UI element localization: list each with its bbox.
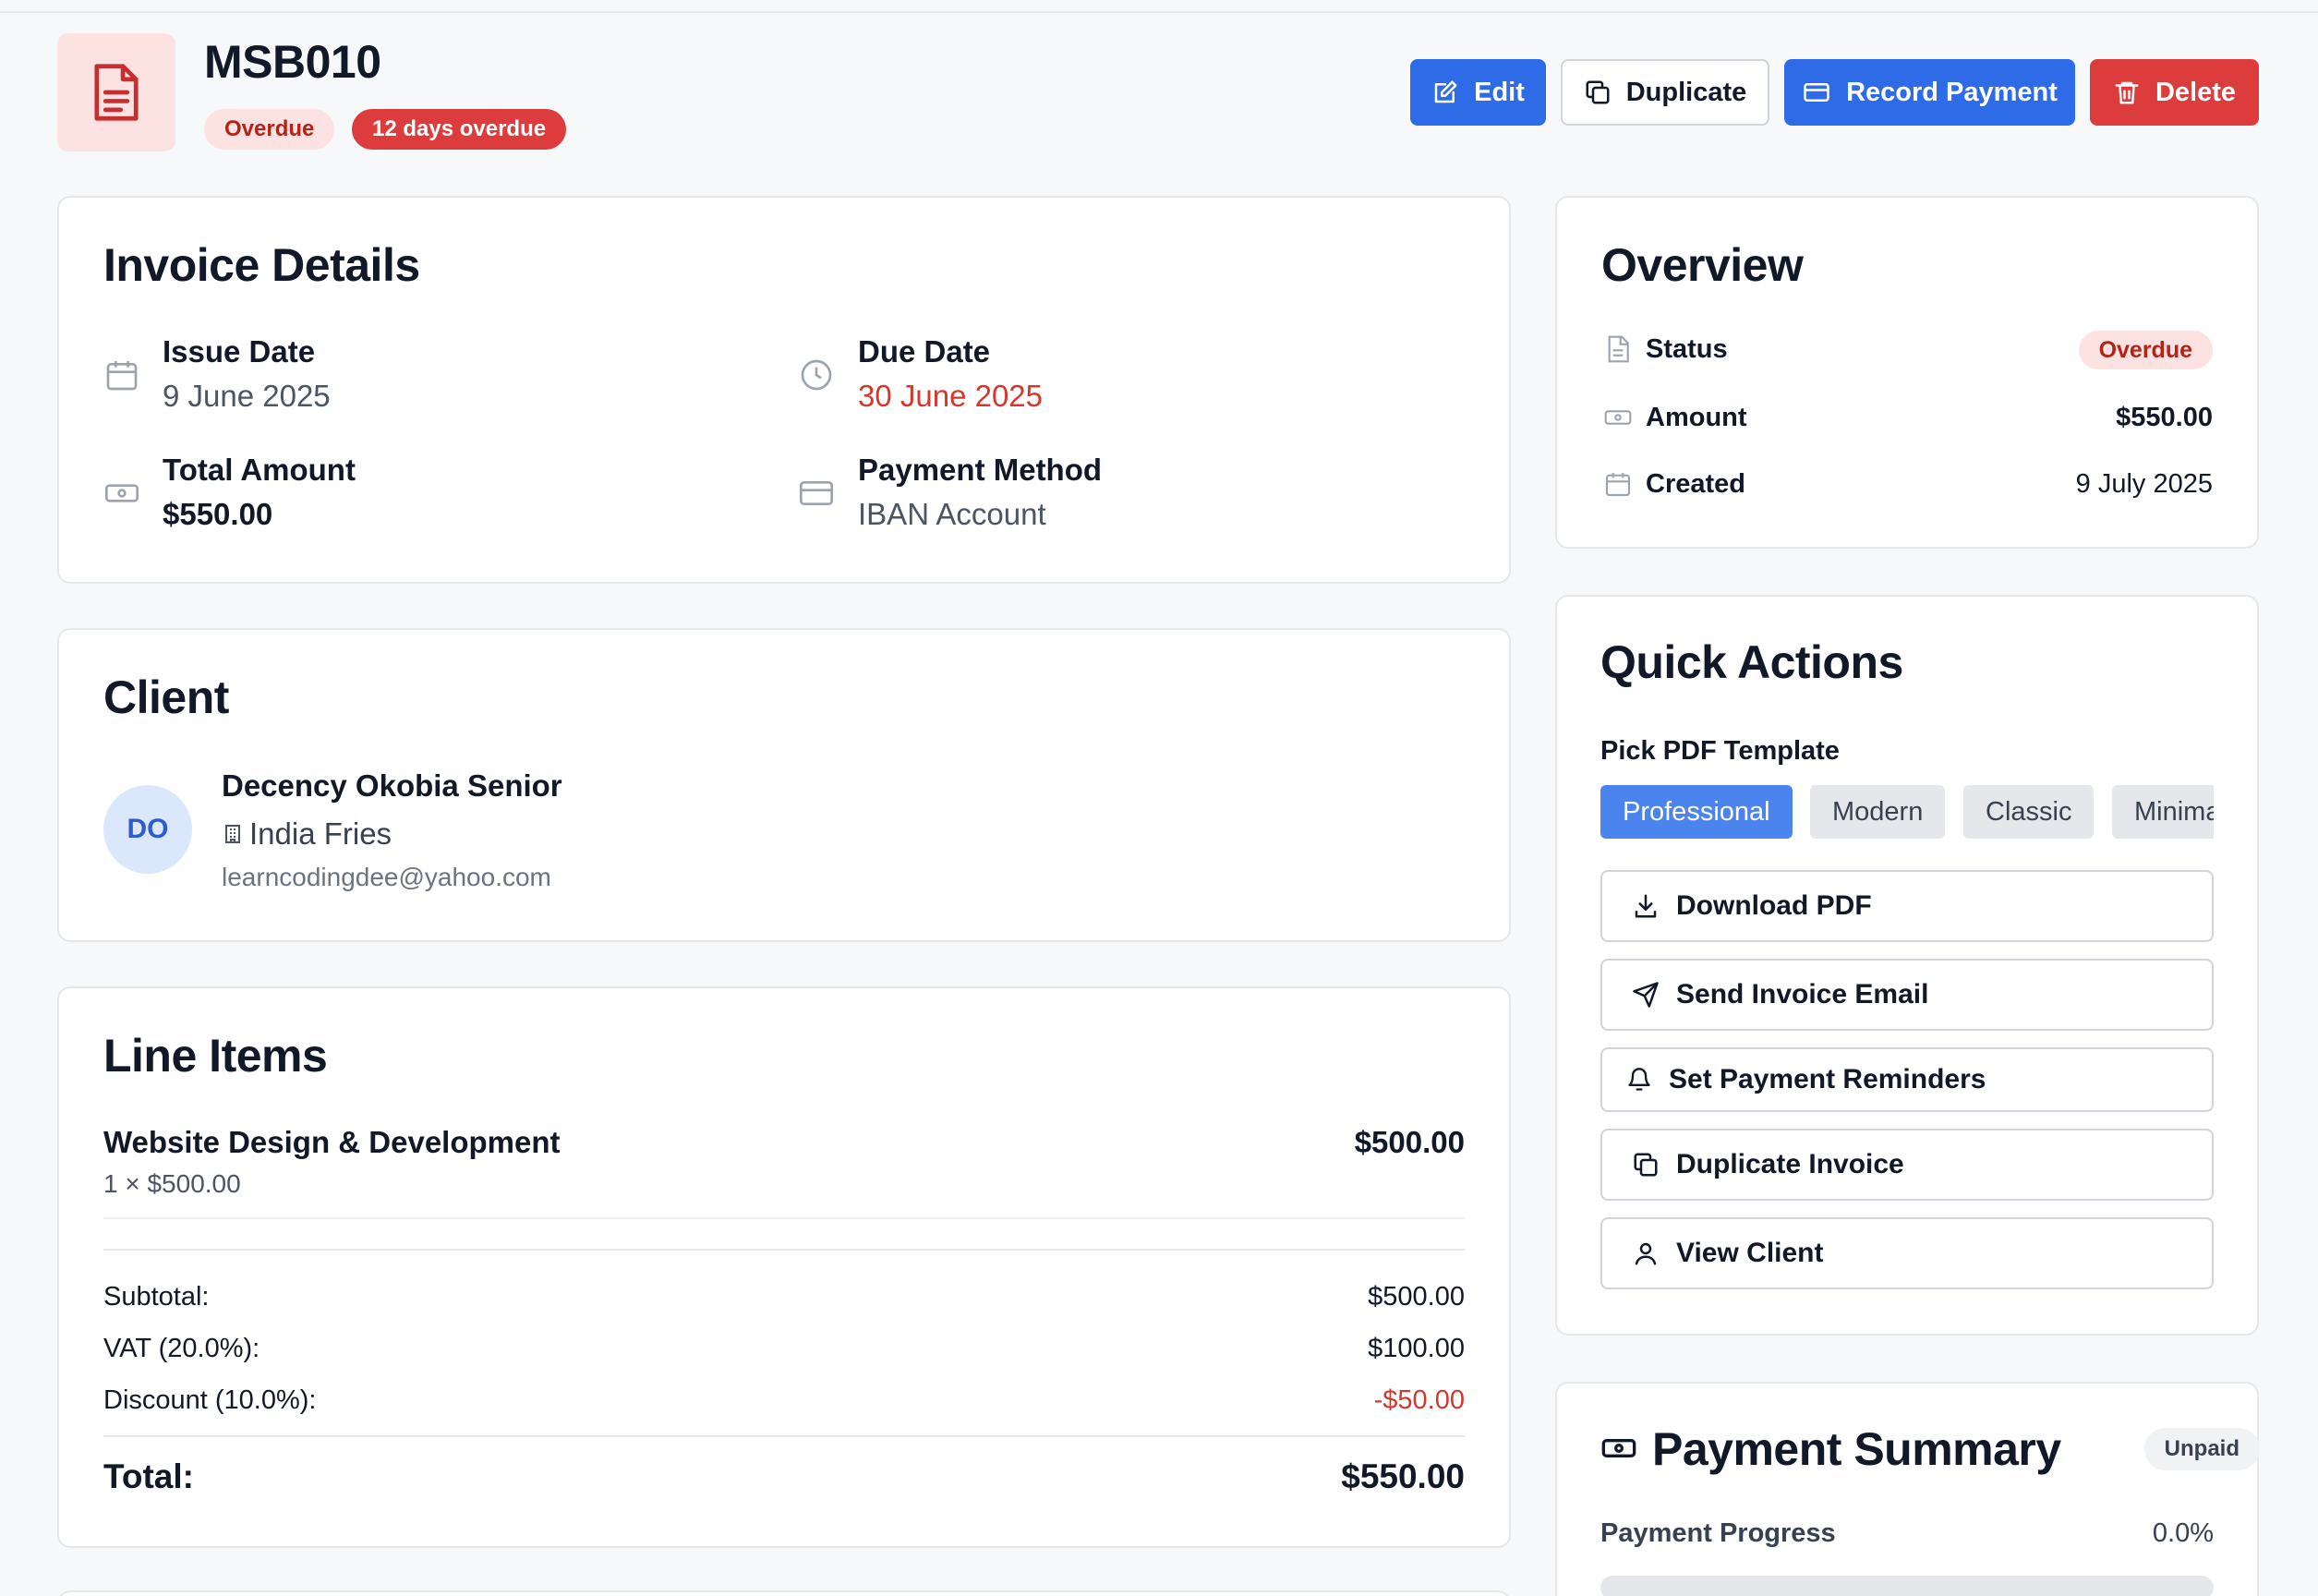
payment-progress-label: Payment Progress <box>1600 1518 1836 1548</box>
delete-button[interactable]: Delete <box>2090 59 2259 126</box>
client-name[interactable]: Decency Okobia Senior <box>222 768 562 804</box>
overview-created-value: 9 July 2025 <box>2075 469 2213 499</box>
issue-date-label: Issue Date <box>163 334 316 369</box>
edit-icon <box>1434 80 1457 103</box>
template-minimal[interactable]: Minimal <box>2112 785 2214 839</box>
invoice-number: MSB010 <box>204 36 381 88</box>
discount-value: -$50.00 <box>1373 1385 1465 1415</box>
view-client-label: View Client <box>1676 1238 1824 1268</box>
quick-actions-title: Quick Actions <box>1600 636 1903 688</box>
invoice-details-card: Invoice Details Issue Date 9 June 2025 D… <box>57 196 1511 584</box>
status-badge: Overdue <box>204 109 335 150</box>
overview-created-label: Created <box>1646 469 1745 499</box>
subtotal-value: $500.00 <box>1368 1282 1465 1312</box>
grand-total-divider <box>103 1435 1465 1437</box>
copy-icon <box>1586 80 1610 104</box>
bell-icon <box>1628 1068 1650 1091</box>
pdf-template-label: Pick PDF Template <box>1600 736 1840 766</box>
subtotal-label: Subtotal: <box>103 1282 210 1312</box>
download-pdf-label: Download PDF <box>1676 890 1872 921</box>
client-title: Client <box>103 671 229 723</box>
overview-amount-value: $550.00 <box>2116 403 2213 432</box>
due-date-label: Due Date <box>858 334 991 369</box>
building-icon <box>225 825 240 843</box>
line-items-divider <box>103 1217 1465 1219</box>
set-payment-reminders-label: Set Payment Reminders <box>1669 1064 1986 1094</box>
set-payment-reminders-button[interactable]: Set Payment Reminders <box>1600 1047 2214 1112</box>
edit-button[interactable]: Edit <box>1410 59 1546 126</box>
credit-card-icon <box>800 481 833 505</box>
cash-icon <box>1601 1439 1636 1457</box>
payment-summary-title: Payment Summary <box>1652 1423 2061 1475</box>
overdue-days-badge: 12 days overdue <box>352 109 567 150</box>
payment-summary-card <box>1555 1382 2259 1596</box>
client-company-name: India Fries <box>249 816 392 851</box>
invoice-details-title: Invoice Details <box>103 239 420 291</box>
view-client-button[interactable]: View Client <box>1600 1217 2214 1289</box>
total-amount-value: $550.00 <box>163 497 273 531</box>
edit-button-label: Edit <box>1474 77 1525 107</box>
invoice-document-icon <box>57 33 175 151</box>
template-classic[interactable]: Classic <box>1963 785 2095 839</box>
cash-icon <box>1604 410 1632 425</box>
due-date-value: 30 June 2025 <box>858 379 1044 413</box>
client-company: India Fries <box>222 816 392 852</box>
delete-button-label: Delete <box>2155 77 2237 107</box>
overview-title: Overview <box>1601 239 1804 291</box>
overview-card: Overview Status Overdue Amount $550.00 C… <box>1555 196 2259 549</box>
send-icon <box>1633 982 1659 1008</box>
next-card-edge <box>57 1590 1511 1596</box>
send-invoice-email-label: Send Invoice Email <box>1676 979 1929 1010</box>
payment-progress-value: 0.0% <box>2152 1518 2214 1548</box>
discount-label: Discount (10.0%): <box>103 1385 317 1415</box>
duplicate-button[interactable]: Duplicate <box>1561 59 1769 126</box>
line-item-description: Website Design & Development <box>103 1125 561 1159</box>
user-icon <box>1635 1242 1657 1265</box>
totals-divider <box>103 1249 1465 1251</box>
duplicate-button-label: Duplicate <box>1625 77 1747 107</box>
duplicate-invoice-button[interactable]: Duplicate Invoice <box>1600 1129 2214 1201</box>
download-icon <box>1635 894 1657 918</box>
document-icon <box>1608 335 1629 363</box>
issue-date-value: 9 June 2025 <box>163 379 331 413</box>
payment-method-value: IBAN Account <box>858 497 1046 531</box>
payment-status-badge: Unpaid <box>2143 1428 2260 1470</box>
trash-icon <box>2115 81 2139 104</box>
avatar: DO <box>103 785 192 874</box>
copy-icon <box>1634 1153 1658 1177</box>
cash-icon <box>105 484 139 502</box>
overview-status-badge: Overdue <box>2078 331 2213 369</box>
line-item-qty-price: 1 × $500.00 <box>103 1169 241 1198</box>
duplicate-invoice-label: Duplicate Invoice <box>1676 1149 1904 1179</box>
client-email[interactable]: learncodingdee@yahoo.com <box>222 863 551 892</box>
credit-card-icon <box>1804 83 1829 102</box>
line-items-title: Line Items <box>103 1030 328 1082</box>
vat-label: VAT (20.0%): <box>103 1334 260 1363</box>
record-payment-label: Record Payment <box>1846 77 2058 107</box>
template-modern[interactable]: Modern <box>1810 785 1946 839</box>
payment-progress-bar <box>1600 1576 2214 1596</box>
record-payment-button[interactable]: Record Payment <box>1784 59 2075 126</box>
top-border <box>0 11 2318 13</box>
vat-value: $100.00 <box>1368 1334 1465 1363</box>
overview-amount-label: Amount <box>1646 403 1747 432</box>
overview-status-label: Status <box>1646 334 1728 364</box>
grand-total-label: Total: <box>103 1457 194 1495</box>
template-chip-row: Professional Modern Classic Minimal <box>1600 785 2214 839</box>
calendar-icon <box>106 361 138 391</box>
payment-method-label: Payment Method <box>858 453 1103 487</box>
grand-total-value: $550.00 <box>1341 1457 1465 1495</box>
client-card: Client DO Decency Okobia Senior India Fr… <box>57 628 1511 942</box>
calendar-icon <box>1605 473 1631 497</box>
clock-icon <box>801 359 832 391</box>
template-professional[interactable]: Professional <box>1600 785 1793 839</box>
total-amount-label: Total Amount <box>163 453 356 487</box>
line-item-amount: $500.00 <box>1354 1125 1465 1159</box>
send-invoice-email-button[interactable]: Send Invoice Email <box>1600 959 2214 1031</box>
download-pdf-button[interactable]: Download PDF <box>1600 870 2214 942</box>
line-items-card: Line Items Website Design & Development … <box>57 986 1511 1548</box>
